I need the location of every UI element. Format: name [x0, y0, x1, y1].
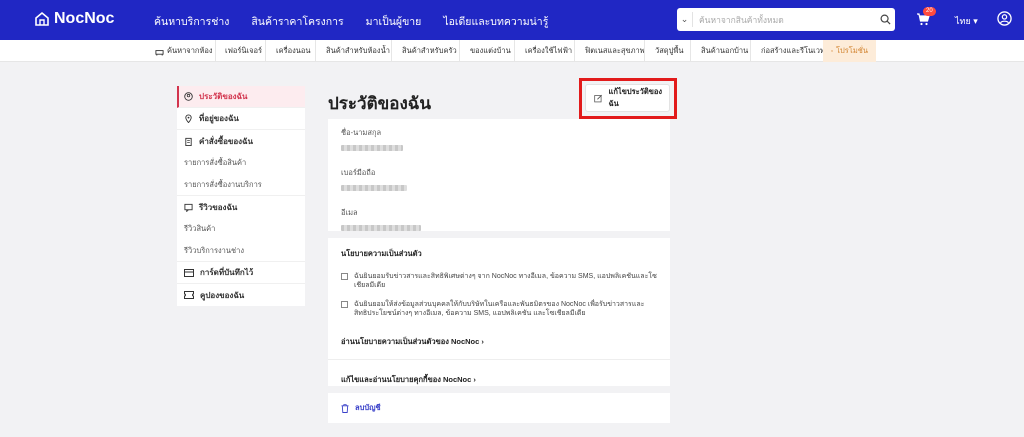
- sidebar-item-saved-cards[interactable]: การ์ดที่บันทึกไว้: [177, 262, 305, 284]
- privacy-card: นโยบายความเป็นส่วนตัว ฉันยินยอมรับข่าวสา…: [328, 238, 670, 386]
- category-promotion[interactable]: โปรโมชั่น: [823, 40, 876, 62]
- location-pin-icon: [185, 114, 192, 123]
- category-label: ก่อสร้างและรีโนเวท: [761, 46, 825, 55]
- nocnoc-logo[interactable]: NocNoc: [34, 10, 114, 28]
- category-label: สินค้าสำหรับห้องน้ำ: [326, 46, 390, 55]
- category-kitchen[interactable]: สินค้าสำหรับครัว: [391, 40, 457, 62]
- sidebar-item-address[interactable]: ที่อยู่ของฉัน: [177, 108, 305, 130]
- sidebar-item-coupons[interactable]: คูปองของฉัน: [177, 284, 305, 306]
- sidebar-item-label: รีวิวของฉัน: [199, 202, 238, 212]
- name-label: ชื่อ-นามสกุล: [341, 128, 382, 137]
- review-icon: [184, 203, 193, 212]
- sidebar-item-label: ที่อยู่ของฉัน: [199, 114, 239, 123]
- user-account-icon[interactable]: [997, 11, 1012, 31]
- category-by-room[interactable]: ค้นหาจากห้อง: [155, 40, 213, 62]
- user-circle-icon: [184, 92, 193, 101]
- name-value-redacted: [341, 145, 403, 151]
- divider: [328, 359, 670, 360]
- category-label: เครื่องใช้ไฟฟ้า: [525, 46, 573, 55]
- sidebar-item-profile[interactable]: ประวัติของฉัน: [177, 86, 305, 108]
- email-value-redacted: [341, 225, 421, 231]
- sidebar-item-label: ประวัติของฉัน: [199, 92, 248, 101]
- category-label: ค้นหาจากห้อง: [167, 46, 213, 55]
- consent-marketing-text: ฉันยินยอมรับข่าวสารและสิทธิพิเศษต่างๆ จา…: [354, 273, 657, 289]
- sidebar-item-reviews[interactable]: รีวิวของฉัน: [177, 196, 305, 218]
- category-label: ฟิตเนสและสุขภาพ: [585, 46, 645, 55]
- sidebar-sub-order-products[interactable]: รายการสั่งซื้อสินค้า: [177, 152, 305, 174]
- consent-partners-text: ฉันยินยอมให้ส่งข้อมูลส่วนบุคคลให้กับบริษ…: [354, 301, 645, 317]
- cookie-policy-link[interactable]: แก้ไขและอ่านนโยบายคุกกี้ของ NocNoc ›: [341, 374, 657, 386]
- sidebar-item-label: การ์ดที่บันทึกไว้: [200, 268, 254, 277]
- search-bar[interactable]: ⌄ ค้นหาจากสินค้าทั้งหมด: [677, 8, 895, 31]
- category-label: เครื่องนอน: [276, 46, 311, 55]
- category-bedding[interactable]: เครื่องนอน: [265, 40, 311, 62]
- top-nav: ค้นหาบริการช่าง สินค้าราคาโครงการ มาเป็น…: [154, 13, 548, 30]
- trash-icon: [341, 403, 349, 413]
- delete-account-label: ลบบัญชี: [355, 403, 381, 412]
- home-logo-icon: [35, 11, 49, 26]
- category-label: สินค้าสำหรับครัว: [402, 46, 457, 55]
- edit-profile-label: แก้ไขประวัติของฉัน: [608, 87, 663, 108]
- search-scope-chevron-icon[interactable]: ⌄: [677, 12, 693, 27]
- sidebar-sub-order-services[interactable]: รายการสั่งซื้องานบริการ: [177, 174, 305, 196]
- category-flooring[interactable]: วัสดุปูพื้น: [644, 40, 684, 62]
- nav-become-seller[interactable]: มาเป็นผู้ขาย: [366, 13, 422, 30]
- sidebar-item-label: คำสั่งซื้อของฉัน: [199, 136, 253, 146]
- edit-pencil-icon: [594, 94, 603, 102]
- category-outdoor[interactable]: สินค้านอกบ้าน: [690, 40, 748, 62]
- consent-marketing-checkbox[interactable]: [341, 273, 348, 280]
- category-appliances[interactable]: เครื่องใช้ไฟฟ้า: [514, 40, 572, 62]
- consent-partners-checkbox[interactable]: [341, 301, 348, 308]
- category-fitness[interactable]: ฟิตเนสและสุขภาพ: [574, 40, 645, 62]
- sidebar-sub-review-products[interactable]: รีวิวสินค้า: [177, 218, 305, 240]
- nav-ideas[interactable]: ไอเดียและบทความน่ารู้: [443, 13, 548, 30]
- category-label: ของแต่งบ้าน: [470, 46, 511, 55]
- category-label: สินค้านอกบ้าน: [701, 46, 749, 55]
- clipboard-icon: [185, 137, 192, 146]
- cart-count-badge: 20: [923, 7, 936, 16]
- delete-account-button[interactable]: ลบบัญชี: [328, 393, 670, 423]
- privacy-heading: นโยบายความเป็นส่วนตัว: [341, 249, 422, 258]
- account-sidebar: ประวัติของฉัน ที่อยู่ของฉัน คำสั่งซื้อขอ…: [177, 86, 305, 306]
- category-label: โปรโมชั่น: [835, 46, 868, 55]
- logo-text: NocNoc: [54, 10, 115, 27]
- nav-find-service[interactable]: ค้นหาบริการช่าง: [154, 13, 229, 30]
- consent-marketing-row: ฉันยินยอมรับข่าวสารและสิทธิพิเศษต่างๆ จา…: [341, 272, 657, 290]
- email-label: อีเมล: [341, 208, 358, 217]
- language-selector[interactable]: ไทย ▾: [955, 14, 978, 28]
- credit-card-icon: [184, 268, 194, 277]
- coupon-icon: [184, 291, 194, 299]
- category-label: วัสดุปูพื้น: [655, 46, 684, 55]
- search-icon[interactable]: [875, 14, 895, 25]
- sidebar-item-orders[interactable]: คำสั่งซื้อของฉัน: [177, 130, 305, 152]
- category-renovation[interactable]: ก่อสร้างและรีโนเวท: [750, 40, 825, 62]
- nav-project-price[interactable]: สินค้าราคาโครงการ: [251, 13, 343, 30]
- category-bathroom[interactable]: สินค้าสำหรับห้องน้ำ: [315, 40, 390, 62]
- category-decor[interactable]: ของแต่งบ้าน: [459, 40, 511, 62]
- edit-profile-button[interactable]: แก้ไขประวัติของฉัน: [585, 84, 670, 112]
- category-furniture[interactable]: เฟอร์นิเจอร์: [215, 40, 262, 62]
- search-input[interactable]: ค้นหาจากสินค้าทั้งหมด: [693, 13, 875, 27]
- promo-clock-icon: [831, 50, 833, 52]
- category-bar: ค้นหาจากห้อง เฟอร์นิเจอร์ เครื่องนอน สิน…: [0, 40, 1024, 62]
- sidebar-item-label: คูปองของฉัน: [200, 290, 245, 300]
- profile-info-card: ชื่อ-นามสกุล เบอร์มือถือ อีเมล: [328, 119, 670, 231]
- sofa-icon: [155, 49, 164, 56]
- privacy-policy-link[interactable]: อ่านนโยบายความเป็นส่วนตัวของ NocNoc ›: [341, 336, 657, 348]
- page-title: ประวัติของฉัน: [328, 94, 431, 113]
- category-label: เฟอร์นิเจอร์: [225, 46, 263, 55]
- phone-label: เบอร์มือถือ: [341, 168, 376, 177]
- sidebar-sub-review-services[interactable]: รีวิวบริการงานช่าง: [177, 240, 305, 262]
- consent-partners-row: ฉันยินยอมให้ส่งข้อมูลส่วนบุคคลให้กับบริษ…: [341, 300, 657, 318]
- top-header: NocNoc ค้นหาบริการช่าง สินค้าราคาโครงการ…: [0, 0, 1024, 40]
- phone-value-redacted: [341, 185, 407, 191]
